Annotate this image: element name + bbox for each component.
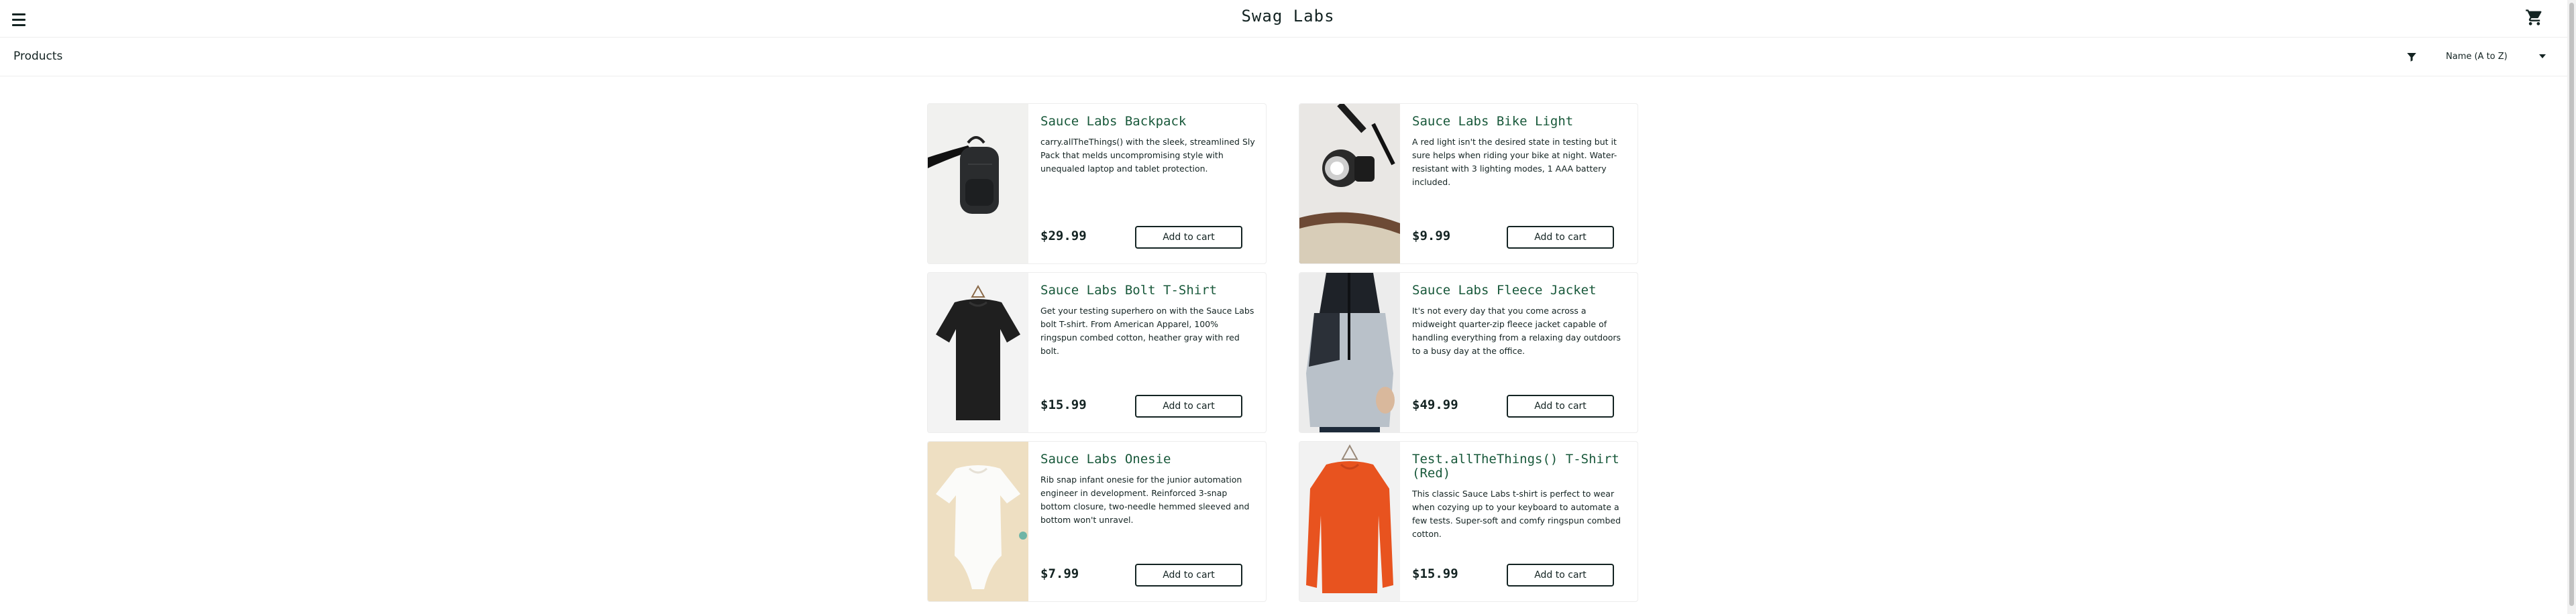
product-image-red-tshirt[interactable] [1299,442,1400,601]
primary-header: Swag Labs [0,0,2576,38]
product-name[interactable]: Sauce Labs Onesie [1040,452,1255,467]
inventory-item: Test.allTheThings() T-Shirt (Red) This c… [1299,441,1638,602]
add-to-cart-button[interactable]: Add to cart [1135,226,1242,249]
product-image-bike-light[interactable] [1299,104,1400,263]
product-price: $7.99 [1040,566,1079,581]
add-to-cart-button[interactable]: Add to cart [1135,395,1242,418]
product-price: $9.99 [1412,229,1451,243]
product-description: A red light isn't the desired state in t… [1412,137,1617,187]
product-name[interactable]: Sauce Labs Backpack [1040,115,1255,129]
product-price: $15.99 [1040,397,1087,412]
product-image-fleece-jacket[interactable] [1299,273,1400,432]
product-description: Get your testing superhero on with the S… [1040,306,1254,356]
shopping-cart-icon[interactable] [2525,8,2544,27]
add-to-cart-button[interactable]: Add to cart [1507,395,1614,418]
product-image-backpack[interactable] [928,104,1028,263]
inventory-item: Sauce Labs Backpack carry.allTheThings()… [927,103,1267,264]
product-description: This classic Sauce Labs t-shirt is perfe… [1412,489,1621,539]
secondary-header: Products Name (A to Z) [0,38,2576,76]
product-price: $15.99 [1412,566,1458,581]
caret-down-icon [2538,52,2546,60]
sort-dropdown[interactable]: Name (A to Z) [2432,47,2553,67]
add-to-cart-button[interactable]: Add to cart [1135,564,1242,587]
inventory-item: Sauce Labs Bolt T-Shirt Get your testing… [927,272,1267,433]
filter-icon [2406,51,2418,63]
product-image-bolt-tshirt[interactable] [928,273,1028,432]
add-to-cart-button[interactable]: Add to cart [1507,226,1614,249]
product-name[interactable]: Test.allTheThings() T-Shirt (Red) [1412,452,1627,481]
scrollbar-thumb[interactable] [2569,3,2574,606]
app-logo: Swag Labs [1241,7,1335,25]
inventory-item: Sauce Labs Fleece Jacket It's not every … [1299,272,1638,433]
inventory-item: Sauce Labs Onesie Rib snap infant onesie… [927,441,1267,602]
inventory-item: Sauce Labs Bike Light A red light isn't … [1299,103,1638,264]
page-title: Products [13,50,63,63]
product-description: It's not every day that you come across … [1412,306,1621,356]
product-name[interactable]: Sauce Labs Fleece Jacket [1412,284,1627,298]
product-description: Rib snap infant onesie for the junior au… [1040,475,1250,525]
product-image-onesie[interactable] [928,442,1028,601]
sort-selected-value: Name (A to Z) [2446,52,2508,62]
add-to-cart-button[interactable]: Add to cart [1507,564,1614,587]
product-name[interactable]: Sauce Labs Bike Light [1412,115,1627,129]
product-description: carry.allTheThings() with the sleek, str… [1040,137,1255,174]
product-price: $29.99 [1040,229,1087,243]
product-price: $49.99 [1412,397,1458,412]
product-name[interactable]: Sauce Labs Bolt T-Shirt [1040,284,1255,298]
